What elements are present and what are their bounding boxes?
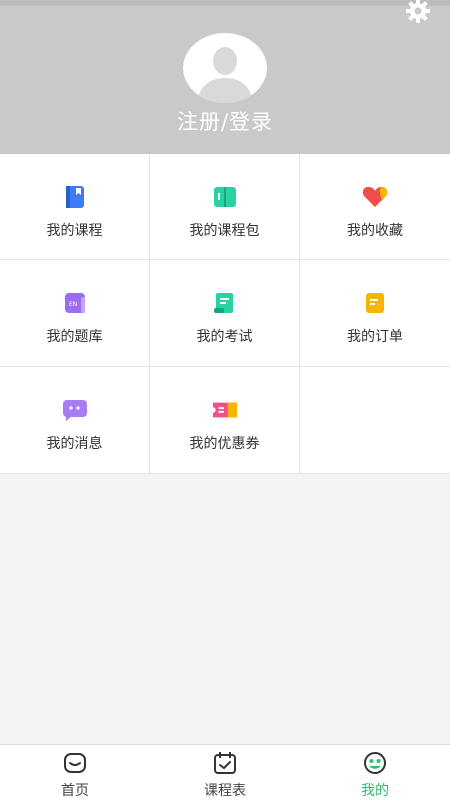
calendar-icon	[213, 752, 237, 778]
menu-item-my-favorites[interactable]: 我的收藏	[300, 154, 450, 260]
menu-item-label: 我的课程包	[189, 223, 260, 239]
tab-home[interactable]: 首页	[0, 745, 150, 800]
question-bank-icon: EN	[62, 290, 88, 316]
menu-item-label: 我的考试	[196, 329, 253, 345]
tab-label: 课程表	[204, 783, 246, 799]
gear-icon[interactable]	[404, 0, 432, 23]
menu-item-label: 我的收藏	[347, 223, 403, 239]
heart-favorite-icon	[362, 184, 388, 210]
menu-item-my-messages[interactable]: 我的消息	[0, 367, 150, 474]
course-book-icon	[62, 184, 88, 210]
menu-item-my-orders[interactable]: 我的订单	[300, 260, 450, 367]
menu-item-label: 我的订单	[347, 329, 403, 345]
menu-grid: 我的课程 我的课程包 我的收藏 EN 我的题库 我的考试 我的订单 我的消息 我…	[0, 154, 450, 474]
bottom-tab-bar: 首页 课程表 我的	[0, 744, 450, 800]
tab-label: 我的	[361, 783, 389, 799]
coupon-ticket-icon	[212, 397, 238, 423]
menu-item-label: 我的课程	[46, 223, 103, 239]
status-bar	[0, 0, 450, 6]
menu-item-my-coupons[interactable]: 我的优惠券	[150, 367, 300, 474]
login-register-link[interactable]: 注册/登录	[0, 106, 450, 136]
svg-text:EN: EN	[69, 301, 77, 308]
tab-schedule[interactable]: 课程表	[150, 745, 300, 800]
menu-item-my-exams[interactable]: 我的考试	[150, 260, 300, 367]
course-package-icon	[212, 184, 238, 210]
default-avatar-icon[interactable]	[183, 33, 267, 103]
empty-cell	[300, 367, 450, 474]
menu-item-my-question-bank[interactable]: EN 我的题库	[0, 260, 150, 367]
menu-item-label: 我的优惠券	[189, 436, 260, 452]
exam-scroll-icon	[212, 290, 238, 316]
profile-header: 注册/登录	[0, 0, 450, 154]
tab-label: 首页	[61, 783, 89, 799]
profile-face-icon	[363, 752, 387, 778]
menu-item-my-course-packages[interactable]: 我的课程包	[150, 154, 300, 260]
menu-item-label: 我的题库	[46, 329, 103, 345]
tab-mine[interactable]: 我的	[300, 745, 450, 800]
order-note-icon	[362, 290, 388, 316]
message-bubble-icon	[62, 397, 88, 423]
menu-item-label: 我的消息	[46, 436, 103, 452]
menu-item-my-courses[interactable]: 我的课程	[0, 154, 150, 260]
home-icon	[63, 752, 87, 778]
